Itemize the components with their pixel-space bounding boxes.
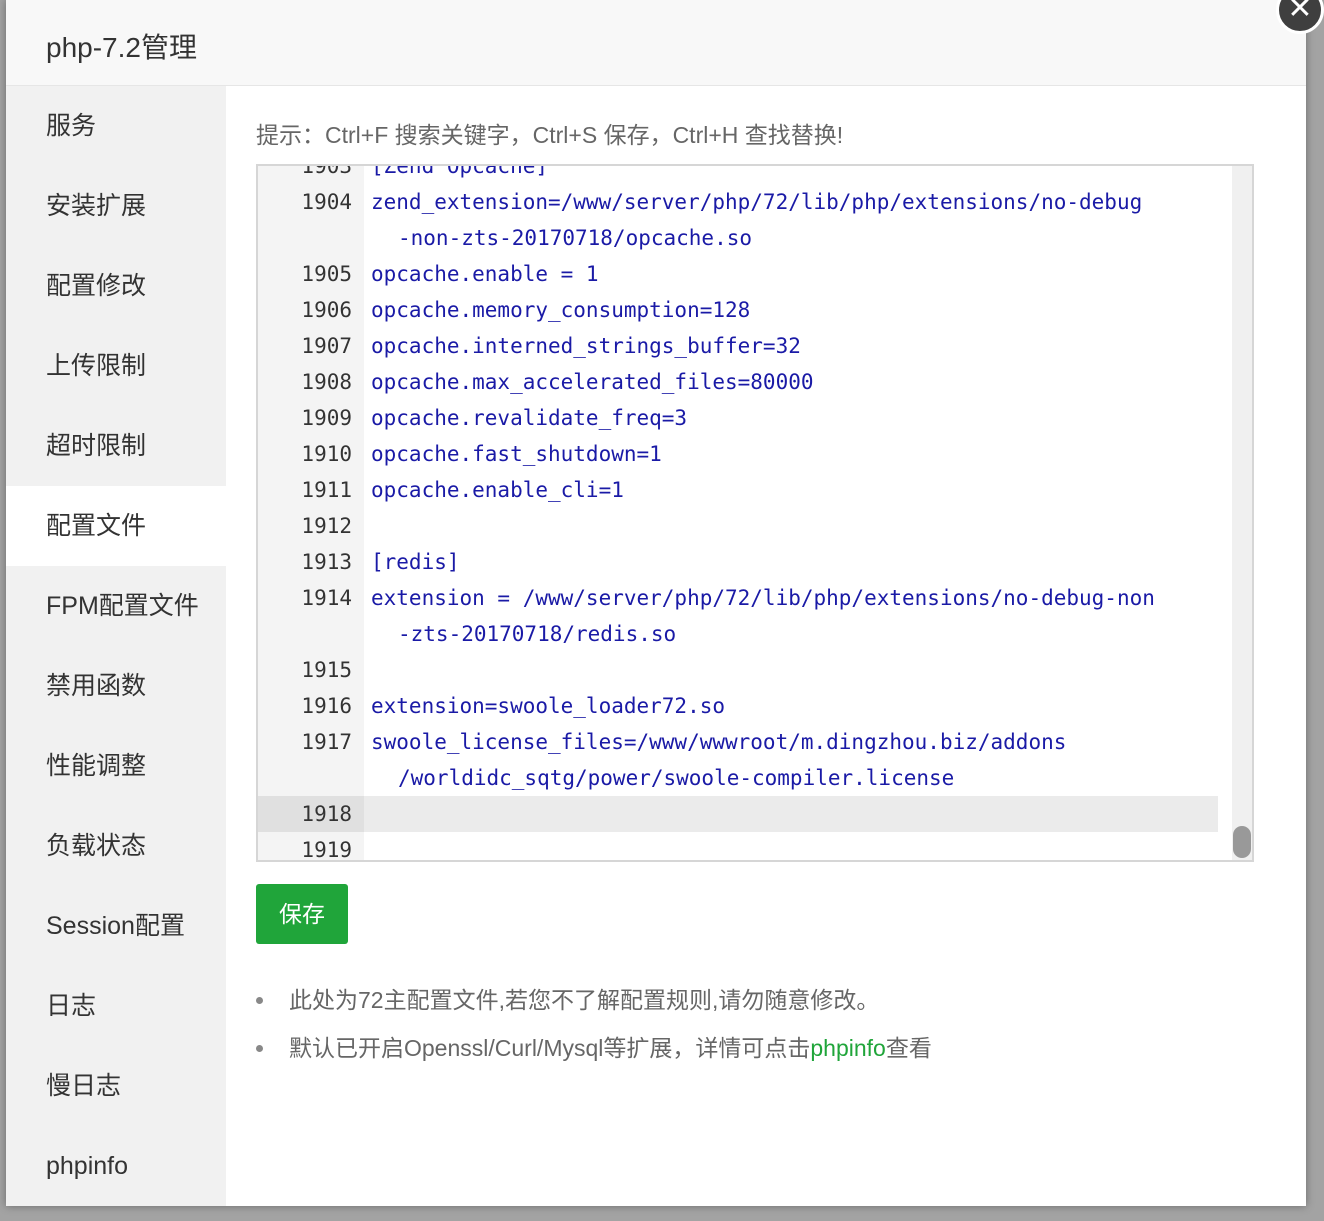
notes-list: 此处为72主配置文件,若您不了解配置规则,请勿随意修改。 默认已开启Openss… (256, 976, 932, 1072)
save-button[interactable]: 保存 (256, 884, 348, 944)
sidebar-menu: 服务 安装扩展 配置修改 上传限制 超时限制 配置文件 FPM配置文件 禁用函数… (6, 86, 226, 1206)
line-text: opcache.revalidate_freq=3 (371, 406, 688, 430)
line-text: opcache.memory_consumption=128 (371, 298, 751, 322)
line-text: extension=swoole_loader72.so (371, 694, 726, 718)
config-code-editor[interactable]: 1903 [Zend Opcache] 1904 zend_extension=/w… (256, 164, 1254, 862)
code-line: 1913 [redis] (258, 544, 1218, 580)
line-text: opcache.enable = 1 (371, 262, 599, 286)
phpinfo-link[interactable]: phpinfo (810, 1035, 885, 1061)
line-number: 1903 (301, 164, 352, 178)
code-line: 1916 extension=swoole_loader72.so (258, 688, 1218, 724)
line-number: 1910 (301, 442, 352, 466)
line-text: [Zend Opcache] (371, 164, 549, 178)
line-number: 1909 (301, 406, 352, 430)
sidebar-item-disabled-functions[interactable]: 禁用函数 (6, 646, 226, 726)
line-text-continuation: /worldidc_sqtg/power/swoole-compiler.lic… (398, 766, 955, 790)
code-line: 1909 opcache.revalidate_freq=3 (258, 400, 1218, 436)
code-line: 1914 extension = /www/server/php/72/lib/p… (258, 580, 1218, 652)
sidebar-item-install-extension[interactable]: 安装扩展 (6, 166, 226, 246)
code-line: 1903 [Zend Opcache] (258, 164, 1218, 184)
code-line: 1915 (258, 652, 1218, 688)
line-number: 1912 (301, 514, 352, 538)
line-number: 1908 (301, 370, 352, 394)
note-text: 默认已开启Openssl/Curl/Mysql等扩展，详情可点击 (289, 1035, 811, 1061)
line-text: opcache.enable_cli=1 (371, 478, 624, 502)
note-text: 此处为72主配置文件,若您不了解配置规则,请勿随意修改。 (289, 987, 880, 1013)
code-lines[interactable]: 1903 [Zend Opcache] 1904 zend_extension=/w… (258, 164, 1218, 862)
sidebar-item-session-config[interactable]: Session配置 (6, 886, 226, 966)
code-line: 1910 opcache.fast_shutdown=1 (258, 436, 1218, 472)
code-line: 1904 zend_extension=/www/server/php/72/li… (258, 184, 1218, 256)
code-line: 1905 opcache.enable = 1 (258, 256, 1218, 292)
line-text: opcache.interned_strings_buffer=32 (371, 334, 801, 358)
sidebar-item-config-modify[interactable]: 配置修改 (6, 246, 226, 326)
code-line: 1906 opcache.memory_consumption=128 (258, 292, 1218, 328)
code-line: 1908 opcache.max_accelerated_files=80000 (258, 364, 1218, 400)
dialog-titlebar: php-7.2管理 (6, 0, 1306, 86)
line-text-wrapped: zend_extension=/www/server/php/72/lib/ph… (371, 184, 1201, 256)
shortcut-hint: 提示：Ctrl+F 搜索关键字，Ctrl+S 保存，Ctrl+H 查找替换! (256, 122, 844, 148)
line-number: 1913 (301, 550, 352, 574)
line-text: [redis] (371, 550, 460, 574)
sidebar-item-config-file[interactable]: 配置文件 (6, 486, 226, 566)
code-line: 1907 opcache.interned_strings_buffer=32 (258, 328, 1218, 364)
line-number: 1914 (301, 586, 352, 610)
line-number: 1906 (301, 298, 352, 322)
sidebar-item-slow-log[interactable]: 慢日志 (6, 1046, 226, 1126)
sidebar-item-load-status[interactable]: 负载状态 (6, 806, 226, 886)
code-line: 1912 (258, 508, 1218, 544)
line-number: 1907 (301, 334, 352, 358)
editor-scrollbar[interactable] (1232, 166, 1252, 860)
sidebar-item-log[interactable]: 日志 (6, 966, 226, 1046)
code-line: 1911 opcache.enable_cli=1 (258, 472, 1218, 508)
line-text: opcache.fast_shutdown=1 (371, 442, 662, 466)
line-number: 1917 (301, 730, 352, 754)
sidebar-item-timeout-limit[interactable]: 超时限制 (6, 406, 226, 486)
line-text-wrapped: swoole_license_files=/www/wwwroot/m.ding… (371, 724, 1201, 796)
php-manager-dialog: php-7.2管理 服务 安装扩展 配置修改 上传限制 超时限制 配置文件 FP… (6, 0, 1306, 1206)
note-text-suffix: 查看 (885, 1035, 932, 1061)
line-number: 1919 (301, 838, 352, 862)
line-number: 1918 (258, 796, 364, 832)
line-text: zend_extension=/www/server/php/72/lib/ph… (371, 190, 1143, 214)
line-text-continuation: -non-zts-20170718/opcache.so (398, 226, 753, 250)
note-item: 此处为72主配置文件,若您不了解配置规则,请勿随意修改。 (256, 976, 932, 1024)
scrollbar-thumb[interactable] (1233, 826, 1251, 858)
code-line: 1919 (258, 832, 1218, 862)
code-line: 1917 swoole_license_files=/www/wwwroot/m.… (258, 724, 1218, 796)
dialog-title: php-7.2管理 (46, 32, 197, 63)
main-content: 提示：Ctrl+F 搜索关键字，Ctrl+S 保存，Ctrl+H 查找替换! 1… (226, 86, 1306, 1206)
line-text-wrapped: extension = /www/server/php/72/lib/php/e… (371, 580, 1201, 652)
line-number: 1915 (301, 658, 352, 682)
line-text: opcache.max_accelerated_files=80000 (371, 370, 814, 394)
sidebar-item-upload-limit[interactable]: 上传限制 (6, 326, 226, 406)
line-number: 1905 (301, 262, 352, 286)
line-number: 1904 (301, 190, 352, 214)
line-text: extension = /www/server/php/72/lib/php/e… (371, 586, 1155, 610)
line-number: 1916 (301, 694, 352, 718)
line-text-continuation: -zts-20170718/redis.so (398, 622, 677, 646)
sidebar-item-phpinfo[interactable]: phpinfo (6, 1126, 226, 1206)
code-line-active: 1918 (258, 796, 1218, 832)
note-item: 默认已开启Openssl/Curl/Mysql等扩展，详情可点击phpinfo查… (256, 1024, 932, 1072)
line-number: 1911 (301, 478, 352, 502)
sidebar-item-service[interactable]: 服务 (6, 86, 226, 166)
sidebar-item-performance[interactable]: 性能调整 (6, 726, 226, 806)
sidebar-item-fpm-config[interactable]: FPM配置文件 (6, 566, 226, 646)
line-text: swoole_license_files=/www/wwwroot/m.ding… (371, 730, 1067, 754)
